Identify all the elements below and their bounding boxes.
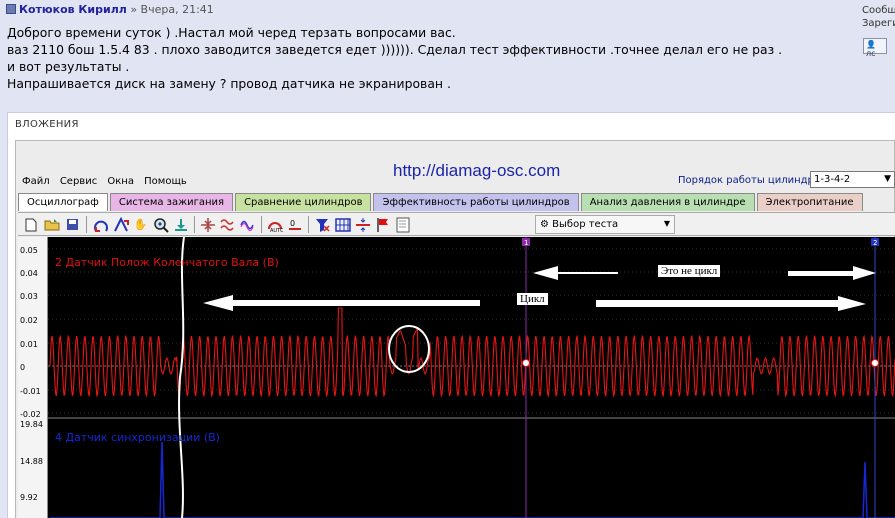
side-info-line: Зареги xyxy=(862,18,895,29)
side-info-line: Сообщ xyxy=(862,5,895,16)
test-select-icon: ⚙ xyxy=(540,219,549,230)
hand-pan-icon[interactable]: ✋ xyxy=(132,216,149,233)
post-header: Котюков Кирилл » Вчера, 21:41 xyxy=(0,0,860,22)
cursor-marker-2-label: 2 xyxy=(873,239,877,247)
user-side-info: Сообщ Зареги xyxy=(862,4,895,30)
grid-icon[interactable] xyxy=(334,216,351,233)
wave-filter-icon[interactable] xyxy=(219,216,236,233)
cursor-dot-2 xyxy=(871,359,879,367)
pm-button[interactable]: 👤лс xyxy=(863,38,887,58)
flag-marker-icon[interactable] xyxy=(374,216,391,233)
tab-ignition[interactable]: Система зажигания xyxy=(109,193,234,211)
save-icon[interactable] xyxy=(64,216,81,233)
zoom-range-icon[interactable] xyxy=(112,216,129,233)
cylinder-order-select[interactable]: 1-3-4-2 ▼ xyxy=(810,171,895,188)
arrow-right-long xyxy=(596,296,866,311)
sync-sensor-signal xyxy=(50,441,895,518)
arrow-left-short xyxy=(533,266,618,280)
post-icon xyxy=(6,4,16,14)
channel-2-label: 4 Датчик синхронизации (В) xyxy=(55,431,220,444)
cylinder-order-label: Порядок работы цилиндров xyxy=(678,175,826,186)
divider-icon[interactable] xyxy=(354,216,371,233)
wave-compare-icon[interactable] xyxy=(239,216,256,233)
toolbar-separator xyxy=(308,216,309,233)
toolbar-separator xyxy=(86,216,87,233)
hand-drawn-line xyxy=(178,237,185,518)
cursor-tool-icon[interactable] xyxy=(92,216,109,233)
menu-item[interactable]: Сервис xyxy=(60,176,97,187)
menu-item[interactable]: Помощь xyxy=(144,176,187,187)
author-link[interactable]: Котюков Кирилл xyxy=(19,3,127,16)
menu-item[interactable]: Файл xyxy=(22,176,50,187)
toolbar-separator xyxy=(194,216,195,233)
notes-icon[interactable] xyxy=(394,216,411,233)
tab-pressure-analysis[interactable]: Анализ давления в цилиндре xyxy=(580,193,755,211)
tab-cylinder-compare[interactable]: Сравнение цилиндров xyxy=(235,193,372,211)
tab-cylinder-efficiency[interactable]: Эффективность работы цилиндров xyxy=(373,193,579,211)
menu-bar: Файл Сервис Окна Помощь xyxy=(22,176,194,187)
new-file-icon[interactable] xyxy=(22,216,39,233)
svg-text:0: 0 xyxy=(290,219,295,228)
zero-level-icon[interactable]: 0 xyxy=(286,216,303,233)
attachments-label: ВЛОЖЕНИЯ xyxy=(15,119,79,130)
missing-tooth-circle xyxy=(388,325,430,373)
post-line: и вот результаты . xyxy=(7,59,130,74)
chevron-down-icon: ▼ xyxy=(884,174,891,184)
channel-1-label: 2 Датчик Полож Коленчатого Вала (В) xyxy=(55,256,279,269)
post-line: Напрашивается диск на замену ? провод да… xyxy=(7,76,451,91)
app-url: http://diamag-osc.com xyxy=(393,161,561,180)
fit-signal-icon[interactable] xyxy=(172,216,189,233)
auto-scale-icon[interactable]: AUTO xyxy=(266,216,283,233)
post-body: Доброго времени суток ) .Настал мой чере… xyxy=(7,24,857,92)
zoom-icon[interactable] xyxy=(152,216,169,233)
open-folder-icon[interactable] xyxy=(43,216,60,233)
user-icon: 👤 xyxy=(866,40,876,49)
post-line: ваз 2110 бош 1.5.4 83 . плохо заводится … xyxy=(7,42,783,57)
post-line: Доброго времени суток ) .Настал мой чере… xyxy=(7,25,456,40)
oscilloscope-display[interactable]: 0.05 0.04 0.03 0.02 0.01 0 -0.01 -0.02 1… xyxy=(18,237,895,518)
cursor-dot-1 xyxy=(522,359,530,367)
tab-bar: Осциллограф Система зажигания Сравнение … xyxy=(18,193,865,211)
filter-icon[interactable] xyxy=(314,216,331,233)
svg-text:AUTO: AUTO xyxy=(270,228,283,233)
not-cycle-annotation: Это не цикл xyxy=(658,265,721,277)
toolbar: ✋ AUTO 0 xyxy=(18,212,895,236)
crank-sensor-signal xyxy=(49,307,895,398)
chevron-down-icon: ▼ xyxy=(663,219,670,228)
cycle-annotation: Цикл xyxy=(517,293,548,305)
toolbar-separator xyxy=(261,216,262,233)
test-select-dropdown[interactable]: ⚙ Выбор теста ▼ xyxy=(535,215,675,234)
arrow-right-short xyxy=(788,266,876,280)
cursor-marker-1-label: 1 xyxy=(524,239,528,247)
tab-power[interactable]: Электропитание xyxy=(756,193,863,211)
post-date: » Вчера, 21:41 xyxy=(130,3,214,16)
oscilloscope-canvas: 1 2 xyxy=(48,237,895,518)
scope-grid xyxy=(48,248,895,414)
tab-oscilloscope[interactable]: Осциллограф xyxy=(18,193,108,211)
compress-icon[interactable] xyxy=(199,216,216,233)
menu-item[interactable]: Окна xyxy=(107,176,134,187)
